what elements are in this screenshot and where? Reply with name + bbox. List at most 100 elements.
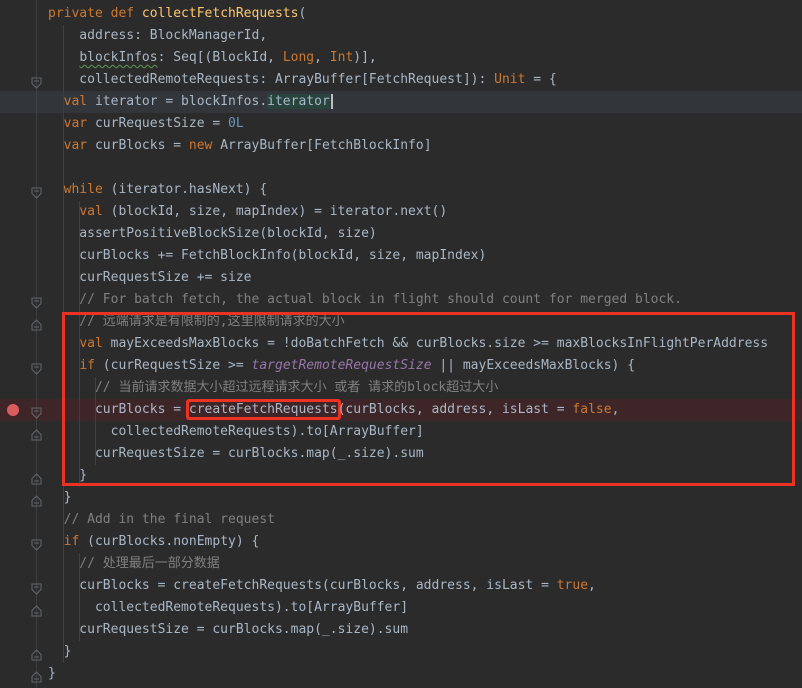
gutter-cell[interactable] [0, 3, 48, 25]
fold-up-icon[interactable] [31, 646, 42, 661]
fold-down-icon[interactable] [31, 404, 42, 419]
code-token: if [63, 534, 80, 549]
code-line[interactable]: private def collectFetchRequests( [0, 3, 802, 25]
fold-up-icon[interactable] [31, 470, 42, 485]
fold-down-icon[interactable] [31, 360, 42, 375]
code-line[interactable]: assertPositiveBlockSize(blockId, size) [0, 223, 802, 245]
code-token: curBlocks = [48, 402, 189, 417]
gutter-cell[interactable] [0, 157, 48, 179]
code-token: false [572, 402, 612, 417]
fold-up-icon[interactable] [31, 316, 42, 331]
fold-up-icon[interactable] [31, 492, 42, 507]
code-editor: private def collectFetchRequests( addres… [0, 0, 802, 688]
code-text: curRequestSize += size [48, 267, 251, 289]
code-line[interactable]: collectedRemoteRequests).to[ArrayBuffer] [0, 421, 802, 443]
code-line[interactable]: blockInfos: Seq[(BlockId, Long, Int)], [0, 47, 802, 69]
breakpoint-icon[interactable] [7, 404, 19, 416]
gutter-cell[interactable] [0, 575, 48, 597]
code-line[interactable] [0, 157, 802, 179]
code-token: } [48, 666, 56, 681]
code-line[interactable]: curRequestSize += size [0, 267, 802, 289]
code-line[interactable]: val mayExceedsMaxBlocks = !doBatchFetch … [0, 333, 802, 355]
gutter-cell[interactable] [0, 465, 48, 487]
fold-down-icon[interactable] [31, 294, 42, 309]
code-line[interactable]: // 当前请求数据大小超过远程请求大小 或者 请求的block超过大小 [0, 377, 802, 399]
code-token: assertPositiveBlockSize(blockId, size) [48, 226, 377, 241]
code-line[interactable]: // 远端请求是有限制的,这里限制请求的大小 [0, 311, 802, 333]
gutter-cell[interactable] [0, 597, 48, 619]
code-text: } [48, 663, 56, 685]
gutter-cell[interactable] [0, 289, 48, 311]
code-text: curBlocks = createFetchRequests(curBlock… [48, 575, 596, 597]
code-line[interactable]: curBlocks = createFetchRequests(curBlock… [0, 575, 802, 597]
gutter-cell[interactable] [0, 135, 48, 157]
gutter-cell[interactable] [0, 267, 48, 289]
gutter-cell[interactable] [0, 69, 48, 91]
gutter-cell[interactable] [0, 47, 48, 69]
gutter-cell[interactable] [0, 663, 48, 685]
code-line[interactable]: if (curRequestSize >= targetRemoteReques… [0, 355, 802, 377]
code-line[interactable]: val (blockId, size, mapIndex) = iterator… [0, 201, 802, 223]
code-line[interactable]: while (iterator.hasNext) { [0, 179, 802, 201]
gutter-cell[interactable] [0, 377, 48, 399]
code-line[interactable]: curBlocks += FetchBlockInfo(blockId, siz… [0, 245, 802, 267]
gutter-cell[interactable] [0, 553, 48, 575]
code-line[interactable]: } [0, 487, 802, 509]
fold-down-icon[interactable] [31, 74, 42, 89]
code-token: var [63, 138, 95, 153]
code-text: curBlocks += FetchBlockInfo(blockId, siz… [48, 245, 486, 267]
code-line[interactable]: curBlocks = createFetchRequests(curBlock… [0, 399, 802, 421]
code-line[interactable]: address: BlockManagerId, [0, 25, 802, 47]
code-token: 0L [228, 116, 244, 131]
code-line[interactable]: } [0, 641, 802, 663]
gutter-cell[interactable] [0, 245, 48, 267]
gutter-cell[interactable] [0, 619, 48, 641]
gutter-cell[interactable] [0, 531, 48, 553]
gutter-cell[interactable] [0, 201, 48, 223]
fold-up-icon[interactable] [31, 668, 42, 683]
code-line[interactable]: // For batch fetch, the actual block in … [0, 289, 802, 311]
code-line[interactable]: val iterator = blockInfos.iterator [0, 91, 802, 113]
gutter-cell[interactable] [0, 333, 48, 355]
code-line[interactable]: var curRequestSize = 0L [0, 113, 802, 135]
gutter-cell[interactable] [0, 443, 48, 465]
gutter-cell[interactable] [0, 421, 48, 443]
gutter-cell[interactable] [0, 509, 48, 531]
code-line[interactable]: } [0, 663, 802, 685]
code-text: // Add in the final request [48, 509, 275, 531]
fold-down-icon[interactable] [31, 580, 42, 595]
code-token: blockInfos [79, 50, 158, 65]
gutter-cell[interactable] [0, 641, 48, 663]
code-line[interactable]: var curBlocks = new ArrayBuffer[FetchBlo… [0, 135, 802, 157]
code-line[interactable]: collectedRemoteRequests: ArrayBuffer[Fet… [0, 69, 802, 91]
code-line[interactable]: // Add in the final request [0, 509, 802, 531]
fold-down-icon[interactable] [31, 184, 42, 199]
code-token: // 当前请求数据大小超过远程请求大小 或者 请求的block超过大小 [48, 380, 499, 395]
gutter-cell[interactable] [0, 113, 48, 135]
code-line[interactable]: // 处理最后一部分数据 [0, 553, 802, 575]
gutter-cell[interactable] [0, 223, 48, 245]
code-line[interactable]: curRequestSize = curBlocks.map(_.size).s… [0, 443, 802, 465]
code-token: (curBlocks, address, isLast = [337, 402, 573, 417]
fold-up-icon[interactable] [31, 602, 42, 617]
code-token: (iterator.hasNext) { [102, 182, 268, 197]
gutter-cell[interactable] [0, 179, 48, 201]
code-token: curBlocks = createFetchRequests(curBlock… [48, 578, 557, 593]
code-line[interactable]: } [0, 465, 802, 487]
gutter-cell[interactable] [0, 311, 48, 333]
code-line[interactable]: collectedRemoteRequests).to[ArrayBuffer] [0, 597, 802, 619]
gutter-cell[interactable] [0, 355, 48, 377]
fold-up-icon[interactable] [31, 426, 42, 441]
code-line[interactable]: if (curBlocks.nonEmpty) { [0, 531, 802, 553]
code-text: curRequestSize = curBlocks.map(_.size).s… [48, 443, 424, 465]
fold-down-icon[interactable] [31, 536, 42, 551]
code-line[interactable]: curRequestSize = curBlocks.map(_.size).s… [0, 619, 802, 641]
gutter-cell[interactable] [0, 91, 48, 113]
gutter-cell[interactable] [0, 399, 48, 421]
gutter-cell[interactable] [0, 25, 48, 47]
code-token: true [556, 578, 589, 593]
gutter-cell[interactable] [0, 487, 48, 509]
